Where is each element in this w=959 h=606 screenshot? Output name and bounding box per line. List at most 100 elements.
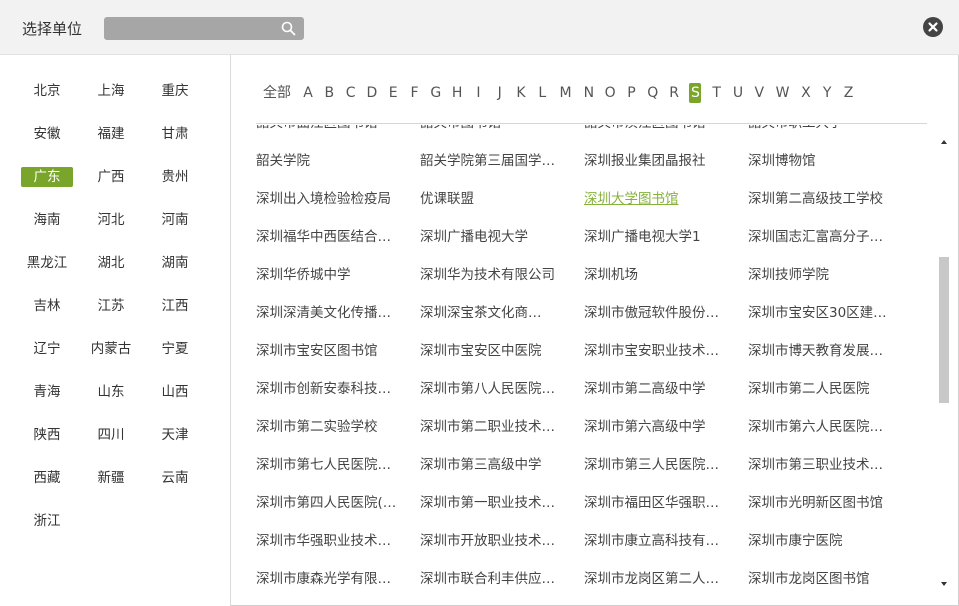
- search-input[interactable]: [104, 17, 290, 40]
- province-item[interactable]: 西藏: [21, 468, 73, 488]
- letter-x[interactable]: X: [800, 80, 812, 106]
- province-item[interactable]: 河北: [85, 210, 137, 230]
- unit-item[interactable]: 深圳市第三高级中学: [420, 455, 570, 475]
- province-item[interactable]: 甘肃: [149, 124, 201, 144]
- letter-w[interactable]: W: [775, 80, 791, 106]
- unit-item[interactable]: 深圳市宝安职业技术…: [584, 341, 734, 361]
- letter-d[interactable]: D: [366, 80, 378, 106]
- province-item[interactable]: 陕西: [21, 425, 73, 445]
- letter-i[interactable]: I: [472, 80, 484, 106]
- scroll-down-icon[interactable]: [939, 579, 949, 589]
- unit-item[interactable]: 深圳出入境检验检疫局: [256, 189, 406, 209]
- province-item[interactable]: 湖北: [85, 253, 137, 273]
- province-item[interactable]: 青海: [21, 382, 73, 402]
- unit-item[interactable]: 韶关学院第三届国学…: [420, 151, 570, 171]
- province-item[interactable]: 广西: [85, 167, 137, 187]
- unit-item[interactable]: 深圳广播电视大学1: [584, 227, 734, 247]
- unit-item[interactable]: 深圳市第二高级中学: [584, 379, 734, 399]
- province-item[interactable]: 辽宁: [21, 339, 73, 359]
- province-item[interactable]: 山西: [149, 382, 201, 402]
- unit-item[interactable]: 深圳大学图书馆: [584, 189, 734, 209]
- letter-u[interactable]: U: [732, 80, 744, 106]
- unit-item[interactable]: 韶关学院: [256, 151, 406, 171]
- unit-item[interactable]: 深圳市第四人民医院(…: [256, 493, 406, 513]
- unit-item[interactable]: 深圳市傲冠软件股份…: [584, 303, 734, 323]
- close-button[interactable]: [923, 17, 943, 37]
- letter-o[interactable]: O: [604, 80, 616, 106]
- unit-item[interactable]: 深圳市第三职业技术…: [748, 455, 898, 475]
- letter-a[interactable]: A: [302, 80, 314, 106]
- province-item[interactable]: 浙江: [21, 511, 73, 531]
- search-box[interactable]: [104, 17, 304, 40]
- letter-s[interactable]: S: [689, 83, 702, 103]
- unit-item[interactable]: 深圳市第一职业技术…: [420, 493, 570, 513]
- unit-item[interactable]: 深圳福华中西医结合…: [256, 227, 406, 247]
- letter-l[interactable]: L: [536, 80, 548, 106]
- unit-item[interactable]: 深圳广播电视大学: [420, 227, 570, 247]
- unit-item[interactable]: 深圳机场: [584, 265, 734, 285]
- unit-item[interactable]: 深圳市龙岗区图书馆: [748, 569, 898, 589]
- letter-v[interactable]: V: [753, 80, 765, 106]
- letter-p[interactable]: P: [626, 80, 638, 106]
- province-item[interactable]: 天津: [149, 425, 201, 445]
- unit-item[interactable]: 深圳第二高级技工学校: [748, 189, 898, 209]
- letter-h[interactable]: H: [451, 80, 463, 106]
- province-item[interactable]: 宁夏: [149, 339, 201, 359]
- letter-k[interactable]: K: [515, 80, 527, 106]
- province-item[interactable]: 河南: [149, 210, 201, 230]
- unit-item[interactable]: 深圳市宝安区中医院: [420, 341, 570, 361]
- unit-item[interactable]: 深圳华为技术有限公司: [420, 265, 570, 285]
- letter-e[interactable]: E: [387, 80, 399, 106]
- unit-item[interactable]: 深圳市龙岗区第二人…: [584, 569, 734, 589]
- unit-item[interactable]: 深圳市康立高科技有…: [584, 531, 734, 551]
- unit-item[interactable]: 深圳博物馆: [748, 151, 898, 171]
- unit-item[interactable]: 深圳市开放职业技术…: [420, 531, 570, 551]
- letter-r[interactable]: R: [668, 80, 680, 106]
- unit-item[interactable]: 深圳市联合利丰供应…: [420, 569, 570, 589]
- letter-g[interactable]: G: [430, 80, 442, 106]
- unit-item[interactable]: 深圳深宝茶文化商…: [420, 303, 570, 323]
- letter-q[interactable]: Q: [647, 80, 659, 106]
- province-item[interactable]: 云南: [149, 468, 201, 488]
- unit-item[interactable]: 深圳市第二职业技术…: [420, 417, 570, 437]
- unit-item[interactable]: 深圳深清美文化传播…: [256, 303, 406, 323]
- unit-item[interactable]: 深圳市光明新区图书馆: [748, 493, 898, 513]
- unit-item[interactable]: 深圳市第二实验学校: [256, 417, 406, 437]
- unit-item[interactable]: 深圳市华强职业技术…: [256, 531, 406, 551]
- letter-j[interactable]: J: [494, 80, 506, 106]
- letter-z[interactable]: Z: [843, 80, 855, 106]
- letter-b[interactable]: B: [323, 80, 335, 106]
- province-item[interactable]: 江西: [149, 296, 201, 316]
- unit-item[interactable]: 深圳市福田区华强职…: [584, 493, 734, 513]
- province-item[interactable]: 黑龙江: [21, 253, 73, 273]
- unit-item[interactable]: 深圳市第七人民医院…: [256, 455, 406, 475]
- letter-f[interactable]: F: [409, 80, 421, 106]
- province-item[interactable]: 北京: [21, 81, 73, 101]
- unit-item[interactable]: 深圳市第三人民医院…: [584, 455, 734, 475]
- unit-item[interactable]: 深圳市第二人民医院: [748, 379, 898, 399]
- province-item[interactable]: 贵州: [149, 167, 201, 187]
- letter-y[interactable]: Y: [821, 80, 833, 106]
- scrollbar-thumb[interactable]: [939, 257, 949, 403]
- scrollbar[interactable]: [937, 135, 951, 596]
- unit-item[interactable]: 优课联盟: [420, 189, 570, 209]
- province-item[interactable]: 福建: [85, 124, 137, 144]
- province-item[interactable]: 四川: [85, 425, 137, 445]
- unit-item[interactable]: 深圳报业集团晶报社: [584, 151, 734, 171]
- unit-item[interactable]: 深圳市第八人民医院…: [420, 379, 570, 399]
- province-item[interactable]: 江苏: [85, 296, 137, 316]
- unit-item[interactable]: 深圳市宝安区图书馆: [256, 341, 406, 361]
- unit-item[interactable]: 深圳国志汇富高分子…: [748, 227, 898, 247]
- unit-item[interactable]: 深圳技师学院: [748, 265, 898, 285]
- unit-item[interactable]: 深圳市创新安泰科技…: [256, 379, 406, 399]
- unit-item[interactable]: 深圳市康宁医院: [748, 531, 898, 551]
- letter-t[interactable]: T: [711, 80, 723, 106]
- province-item[interactable]: 重庆: [149, 81, 201, 101]
- unit-item[interactable]: 深圳市第六高级中学: [584, 417, 734, 437]
- unit-item[interactable]: 深圳市博天教育发展…: [748, 341, 898, 361]
- letter-c[interactable]: C: [345, 80, 357, 106]
- province-item[interactable]: 海南: [21, 210, 73, 230]
- unit-item[interactable]: 韶关市职工大学: [748, 125, 898, 133]
- unit-item[interactable]: 韶关市图书馆: [420, 125, 570, 133]
- province-item[interactable]: 上海: [85, 81, 137, 101]
